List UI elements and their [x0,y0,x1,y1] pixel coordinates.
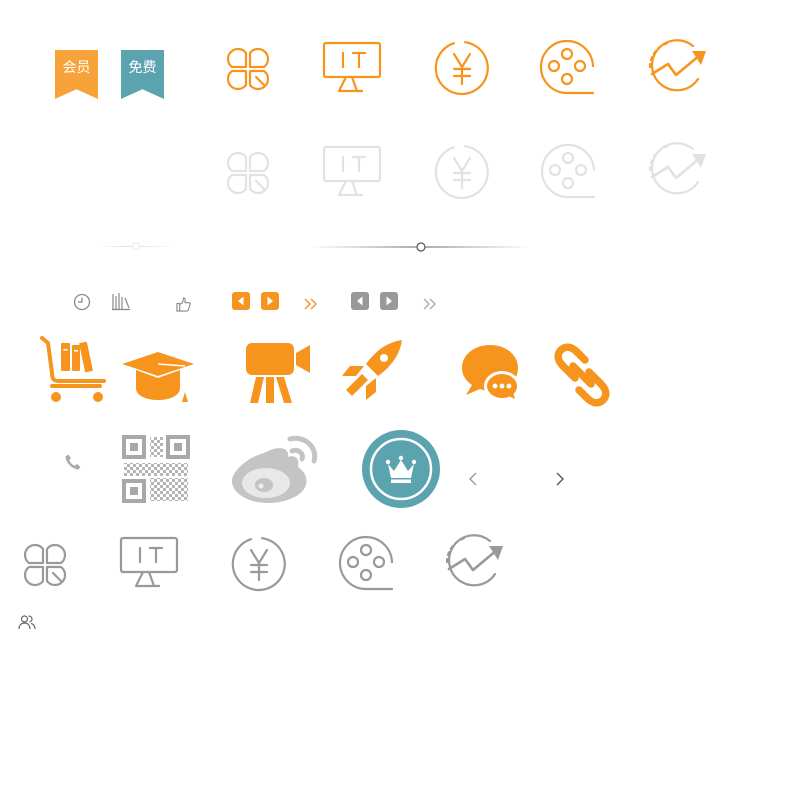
film-reel-icon[interactable] [338,535,394,591]
double-chevron-right-icon[interactable] [304,298,318,310]
weibo-icon[interactable] [230,433,322,505]
yuan-coin-icon[interactable] [434,40,490,96]
faint-divider [95,242,175,251]
yuan-coin-icon [434,144,490,200]
film-reel-icon [540,143,596,199]
qr-code-icon[interactable] [121,434,191,504]
divider [310,242,532,252]
graduation-cap-icon[interactable] [121,350,195,406]
clover-icon[interactable] [17,537,73,593]
member-badge: 会员 [55,50,98,99]
arrow-left-icon[interactable] [351,292,369,310]
clover-icon [220,145,276,201]
crown-icon[interactable] [362,430,440,508]
double-chevron-right-icon[interactable] [423,298,437,310]
video-camera-icon[interactable] [244,341,312,405]
link-icon[interactable] [549,343,615,407]
phone-icon[interactable] [64,453,82,471]
arrow-left-icon[interactable] [232,292,250,310]
clock-icon[interactable] [73,293,91,311]
film-reel-icon[interactable] [539,39,595,95]
it-monitor-icon[interactable] [119,536,179,590]
it-monitor-icon[interactable] [322,41,382,95]
growth-chart-icon[interactable] [648,39,708,95]
users-icon[interactable] [18,614,36,630]
bookshelf-icon[interactable] [111,291,131,311]
chevron-left-icon[interactable] [468,472,478,486]
arrow-right-icon[interactable] [261,292,279,310]
it-monitor-icon [322,145,382,199]
thumbs-up-icon[interactable] [176,297,191,312]
book-cart-icon[interactable] [38,335,108,405]
rocket-icon[interactable] [340,338,404,404]
free-badge: 免费 [121,50,164,99]
growth-chart-icon[interactable] [445,534,505,590]
growth-chart-icon [648,142,708,198]
chevron-right-icon[interactable] [555,472,565,486]
yuan-coin-icon[interactable] [231,536,287,592]
arrow-right-icon[interactable] [380,292,398,310]
chat-bubbles-icon[interactable] [460,343,522,405]
clover-icon[interactable] [220,41,276,97]
